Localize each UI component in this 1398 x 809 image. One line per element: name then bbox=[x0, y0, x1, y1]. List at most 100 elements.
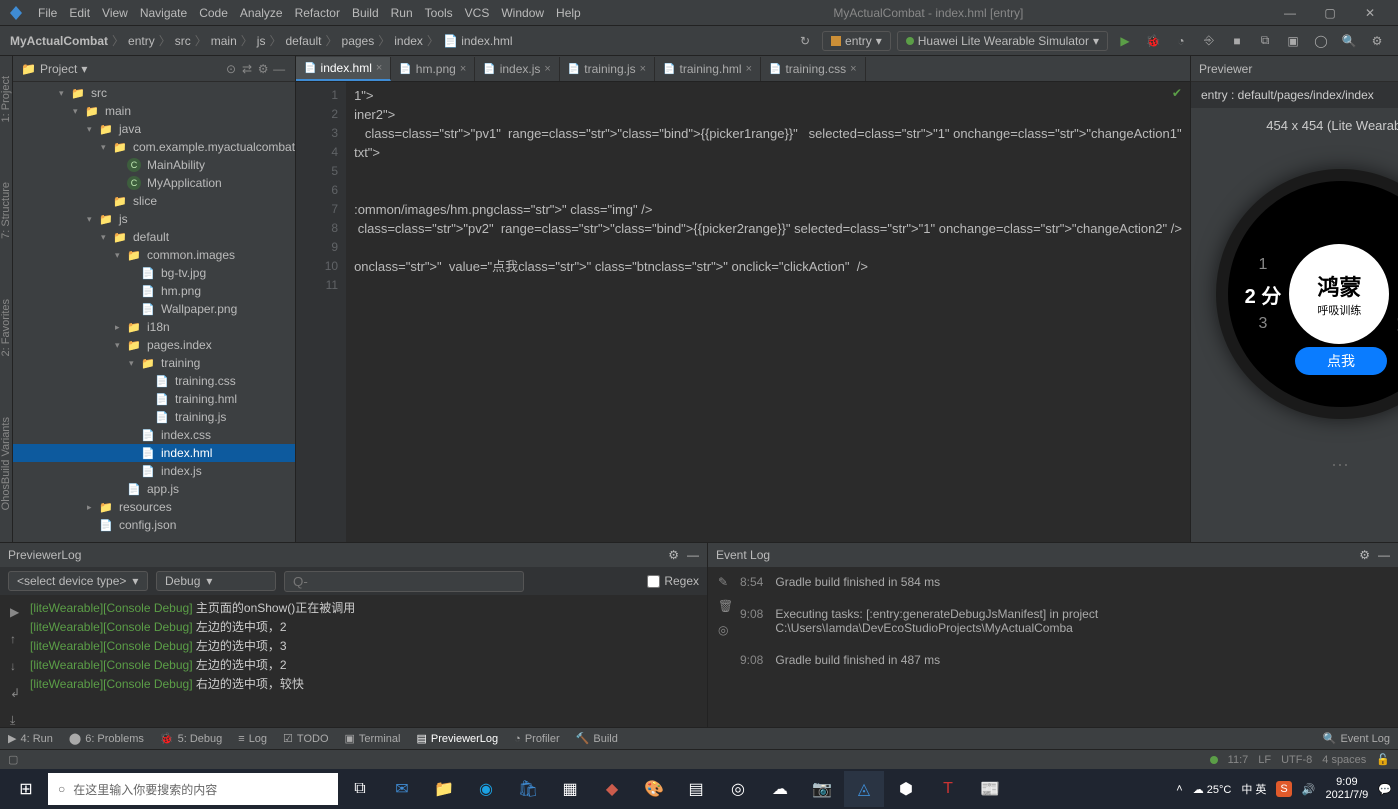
tree-item[interactable]: 📁slice bbox=[13, 192, 295, 210]
taskbar-app-3[interactable]: ▦ bbox=[550, 771, 590, 807]
menu-analyze[interactable]: Analyze bbox=[234, 6, 289, 20]
log-wrap-icon[interactable]: ↲ bbox=[10, 684, 30, 703]
taskbar-app-11[interactable]: 📰 bbox=[970, 771, 1010, 807]
menu-file[interactable]: File bbox=[32, 6, 63, 20]
tree-item[interactable]: ▾📁training bbox=[13, 354, 295, 372]
breadcrumb-item[interactable]: index bbox=[394, 34, 423, 48]
tree-item[interactable]: CMyApplication bbox=[13, 174, 295, 192]
code-editor[interactable]: 1234567891011 1">iner2"> class=class="st… bbox=[296, 82, 1190, 542]
btab-eventlog[interactable]: 🔍 Event Log bbox=[1323, 732, 1390, 745]
btab-debug[interactable]: 🐞 5: Debug bbox=[160, 732, 222, 745]
debug-icon[interactable]: 🐞 bbox=[1142, 30, 1164, 52]
start-button[interactable]: ⊞ bbox=[6, 771, 46, 807]
menu-refactor[interactable]: Refactor bbox=[289, 6, 346, 20]
taskbar-app-1[interactable]: ✉ bbox=[382, 771, 422, 807]
avatar-icon[interactable]: ◯ bbox=[1310, 30, 1332, 52]
editor-tab[interactable]: 📄index.js× bbox=[475, 57, 560, 81]
menu-edit[interactable]: Edit bbox=[63, 6, 96, 20]
tree-item[interactable]: 📄index.js bbox=[13, 462, 295, 480]
left-tab-ohosbuild[interactable]: OhosBuild Variants bbox=[0, 417, 12, 510]
tree-item[interactable]: ▾📁default bbox=[13, 228, 295, 246]
tree-item[interactable]: 📄hm.png bbox=[13, 282, 295, 300]
close-icon[interactable]: × bbox=[850, 63, 856, 75]
gear-icon[interactable]: ⚙ bbox=[255, 62, 271, 76]
taskbar-app-2[interactable]: 📁 bbox=[424, 771, 464, 807]
device-type-select[interactable]: <select device type> ▾ bbox=[8, 571, 148, 591]
tray-volume-icon[interactable]: 🔊 bbox=[1302, 783, 1316, 796]
taskbar-app-10[interactable]: T bbox=[928, 771, 968, 807]
taskbar-deveco[interactable]: ◬ bbox=[844, 771, 884, 807]
edit-icon[interactable]: ✎ bbox=[718, 575, 740, 589]
btab-terminal[interactable]: ▣ Terminal bbox=[345, 732, 401, 745]
tree-item[interactable]: 📄training.css bbox=[13, 372, 295, 390]
editor-tab[interactable]: 📄training.hml× bbox=[655, 57, 761, 81]
taskbar-app-6[interactable]: ▤ bbox=[676, 771, 716, 807]
close-icon[interactable]: × bbox=[746, 63, 752, 75]
editor-tab[interactable]: 📄index.hml× bbox=[296, 57, 391, 81]
tree-item[interactable]: ▾📁src bbox=[13, 84, 295, 102]
breadcrumb-item[interactable]: 📄 index.hml bbox=[443, 34, 513, 48]
tray-weather[interactable]: ☁ 25°C bbox=[1193, 783, 1232, 796]
stop-icon[interactable]: ■ bbox=[1226, 30, 1248, 52]
taskbar-app-7[interactable]: ☁ bbox=[760, 771, 800, 807]
select-opened-icon[interactable]: ⇄ bbox=[239, 62, 255, 76]
taskbar-app-9[interactable]: ⬢ bbox=[886, 771, 926, 807]
taskbar-store[interactable]: 🛍 bbox=[508, 771, 548, 807]
breadcrumb-item[interactable]: src bbox=[175, 34, 191, 48]
readonly-icon[interactable]: 🔓 bbox=[1376, 753, 1390, 766]
menu-navigate[interactable]: Navigate bbox=[134, 6, 193, 20]
search-icon[interactable]: 🔍 bbox=[1338, 30, 1360, 52]
tree-item[interactable]: 📄config.json bbox=[13, 516, 295, 534]
log-filter-icon[interactable]: ▶ bbox=[10, 603, 30, 622]
breadcrumb-item[interactable]: default bbox=[285, 34, 321, 48]
btab-log[interactable]: ≡ Log bbox=[238, 733, 267, 745]
taskbar-chrome[interactable]: ◎ bbox=[718, 771, 758, 807]
tree-item[interactable]: ▾📁js bbox=[13, 210, 295, 228]
watch-action-button[interactable]: 点我 bbox=[1295, 347, 1387, 375]
tree-item[interactable]: ▾📁pages.index bbox=[13, 336, 295, 354]
btab-profiler[interactable]: ◔ Profiler bbox=[514, 733, 560, 745]
close-button[interactable]: ✕ bbox=[1350, 6, 1390, 20]
minimize-button[interactable]: — bbox=[1270, 6, 1310, 20]
collapse-icon[interactable]: ⊙ bbox=[223, 62, 239, 76]
taskbar-app-5[interactable]: 🎨 bbox=[634, 771, 674, 807]
taskbar-app-8[interactable]: 📷 bbox=[802, 771, 842, 807]
left-tab-favorites[interactable]: 2: Favorites bbox=[0, 299, 12, 356]
close-icon[interactable]: × bbox=[640, 63, 646, 75]
tree-item[interactable]: 📄index.css bbox=[13, 426, 295, 444]
breadcrumb-item[interactable]: js bbox=[257, 34, 266, 48]
tree-item[interactable]: ▸📁i18n bbox=[13, 318, 295, 336]
tool1-icon[interactable]: ⧉ bbox=[1254, 30, 1276, 52]
tree-item[interactable]: 📄training.js bbox=[13, 408, 295, 426]
caret-position[interactable]: 11:7 bbox=[1228, 754, 1249, 766]
tree-item[interactable]: 📄app.js bbox=[13, 480, 295, 498]
menu-code[interactable]: Code bbox=[193, 6, 234, 20]
hide-icon[interactable]: — bbox=[1378, 548, 1390, 562]
taskbar-edge[interactable]: ◉ bbox=[466, 771, 506, 807]
tray-sogou-icon[interactable]: S bbox=[1276, 781, 1291, 797]
menu-build[interactable]: Build bbox=[346, 6, 385, 20]
editor-tab[interactable]: 📄hm.png× bbox=[391, 57, 475, 81]
breadcrumb-item[interactable]: pages bbox=[342, 34, 375, 48]
trash-icon[interactable]: 🗑 bbox=[718, 599, 740, 613]
profile-icon[interactable]: ◔ bbox=[1170, 30, 1192, 52]
close-icon[interactable]: × bbox=[544, 63, 550, 75]
settings-icon[interactable]: ⚙ bbox=[1366, 30, 1388, 52]
gear-icon[interactable]: ⚙ bbox=[668, 548, 679, 562]
status-hint-icon[interactable]: ▢ bbox=[8, 753, 18, 766]
breadcrumb-item[interactable]: entry bbox=[128, 34, 155, 48]
hide-icon[interactable]: — bbox=[687, 548, 699, 562]
tree-item[interactable]: 📄index.hml bbox=[13, 444, 295, 462]
close-icon[interactable]: × bbox=[460, 63, 466, 75]
gear-icon[interactable]: ⚙ bbox=[1359, 548, 1370, 562]
project-panel-title[interactable]: 📁 Project ▾ bbox=[21, 62, 223, 76]
tray-notifications-icon[interactable]: 💬 bbox=[1378, 783, 1392, 796]
picker-left[interactable]: 1 2 分 3 bbox=[1245, 256, 1282, 333]
log-level-select[interactable]: Debug ▾ bbox=[156, 571, 276, 591]
tray-chevron-icon[interactable]: ˄ bbox=[1176, 783, 1182, 795]
tree-item[interactable]: ▸📁resources bbox=[13, 498, 295, 516]
btab-todo[interactable]: ☑ TODO bbox=[283, 732, 328, 745]
indent-config[interactable]: 4 spaces bbox=[1322, 754, 1366, 766]
menu-view[interactable]: View bbox=[96, 6, 134, 20]
tree-item[interactable]: ▾📁com.example.myactualcombat bbox=[13, 138, 295, 156]
